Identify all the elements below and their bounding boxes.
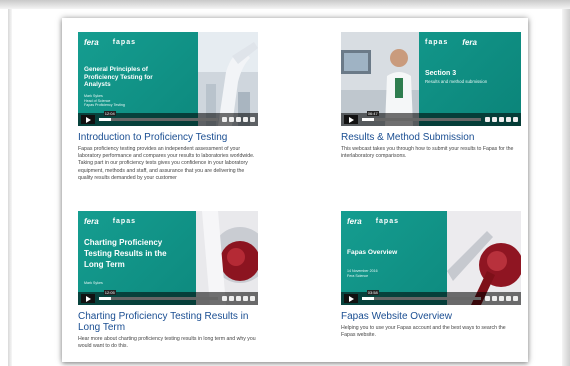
progress-bar[interactable]: 12:04 xyxy=(99,111,218,121)
logo-row: fera fapas xyxy=(84,38,136,47)
fapas-logo: fapas xyxy=(112,218,136,225)
fullscreen-icon[interactable] xyxy=(513,296,518,301)
gear-icon[interactable] xyxy=(236,296,241,301)
play-button[interactable] xyxy=(81,294,95,303)
gloved-hand-photo xyxy=(198,32,258,126)
player-icons xyxy=(485,117,518,122)
video-thumbnail[interactable]: fapas fera Section 3 Results and method … xyxy=(341,32,521,126)
video-title[interactable]: Results & Method Submission xyxy=(341,132,521,143)
pip-icon[interactable] xyxy=(243,296,248,301)
pip-icon[interactable] xyxy=(243,117,248,122)
volume-icon[interactable] xyxy=(485,117,490,122)
play-button[interactable] xyxy=(81,115,95,124)
fera-logo: fera xyxy=(84,217,99,226)
captions-icon[interactable] xyxy=(229,117,234,122)
red-liquid-vial-photo xyxy=(447,211,521,305)
video-description: Fapas proficiency testing provides an in… xyxy=(78,146,255,181)
fullscreen-icon[interactable] xyxy=(513,117,518,122)
video-card-website: fera fapas Fapas Overview 14 November 20… xyxy=(341,211,521,339)
captions-icon[interactable] xyxy=(492,296,497,301)
thumbnail-title: Section 3 xyxy=(425,70,457,77)
video-thumbnail[interactable]: fera fapas Charting Proficiency Testing … xyxy=(78,211,258,305)
gear-icon[interactable] xyxy=(236,117,241,122)
video-title[interactable]: Charting Proficiency Testing Results in … xyxy=(78,311,258,333)
thumbnail-subtitle: 14 November 2016 Fera Science xyxy=(347,269,378,278)
progress-bar[interactable]: 12:05 xyxy=(99,290,218,300)
video-controls: 12:05 xyxy=(78,290,258,305)
fullscreen-icon[interactable] xyxy=(250,117,255,122)
fapas-logo: fapas xyxy=(425,39,449,46)
player-icons xyxy=(485,296,518,301)
volume-icon[interactable] xyxy=(485,296,490,301)
play-button[interactable] xyxy=(344,294,358,303)
video-controls: 12:04 xyxy=(78,111,258,126)
video-description: Helping you to use your Fapas account an… xyxy=(341,325,506,339)
video-description: Hear more about charting proficiency tes… xyxy=(78,336,256,350)
captions-icon[interactable] xyxy=(229,296,234,301)
pip-icon[interactable] xyxy=(506,117,511,122)
progress-bar[interactable]: 03:58 xyxy=(362,290,481,300)
fera-logo: fera xyxy=(84,38,99,47)
lab-scientist-photo xyxy=(341,32,419,126)
thumbnail-subtitle: Results and method submission xyxy=(425,79,488,84)
thumbnail-subtitle: Mark Sykes xyxy=(84,281,103,285)
thumbnail-title: Charting Proficiency Testing Results in … xyxy=(84,238,167,269)
video-title[interactable]: Fapas Website Overview xyxy=(341,311,521,322)
captions-icon[interactable] xyxy=(492,117,497,122)
fera-logo: fera xyxy=(347,217,362,226)
screenshot-frame-left xyxy=(8,9,12,366)
gear-icon[interactable] xyxy=(499,296,504,301)
video-card-charting: fera fapas Charting Proficiency Testing … xyxy=(78,211,258,350)
logo-row: fera fapas xyxy=(84,217,136,226)
red-liquid-flask-photo xyxy=(196,211,258,305)
video-description: This webcast takes you through how to su… xyxy=(341,146,514,160)
play-button[interactable] xyxy=(344,115,358,124)
thumbnail-subtitle: Mark Sykes Head of Science Fapas Profici… xyxy=(84,94,125,108)
screenshot-frame-right xyxy=(562,9,570,366)
video-controls: 06:47 xyxy=(341,111,521,126)
thumbnail-title: Fapas Overview xyxy=(347,249,398,256)
timestamp: 12:04 xyxy=(103,111,116,116)
screenshot-frame-top xyxy=(0,0,570,9)
player-icons xyxy=(222,117,255,122)
video-thumbnail[interactable]: fera fapas Fapas Overview 14 November 20… xyxy=(341,211,521,305)
fapas-logo: fapas xyxy=(375,218,399,225)
volume-icon[interactable] xyxy=(222,117,227,122)
pip-icon[interactable] xyxy=(506,296,511,301)
video-card-results: fapas fera Section 3 Results and method … xyxy=(341,32,521,160)
volume-icon[interactable] xyxy=(222,296,227,301)
logo-row: fera fapas xyxy=(347,217,399,226)
video-title[interactable]: Introduction to Proficiency Testing xyxy=(78,132,258,143)
progress-bar[interactable]: 06:47 xyxy=(362,111,481,121)
timestamp: 06:47 xyxy=(366,111,379,116)
gear-icon[interactable] xyxy=(499,117,504,122)
fapas-logo: fapas xyxy=(112,39,136,46)
player-icons xyxy=(222,296,255,301)
timestamp: 03:58 xyxy=(366,290,379,295)
thumbnail-title: General Principles of Proficiency Testin… xyxy=(84,66,153,89)
video-controls: 03:58 xyxy=(341,290,521,305)
video-thumbnail[interactable]: fera fapas General Principles of Profici… xyxy=(78,32,258,126)
fera-logo: fera xyxy=(462,38,477,47)
fullscreen-icon[interactable] xyxy=(250,296,255,301)
logo-row: fapas fera xyxy=(425,38,477,47)
video-card-intro: fera fapas General Principles of Profici… xyxy=(78,32,258,182)
video-gallery-panel: fera fapas General Principles of Profici… xyxy=(62,18,528,362)
timestamp: 12:05 xyxy=(103,290,116,295)
